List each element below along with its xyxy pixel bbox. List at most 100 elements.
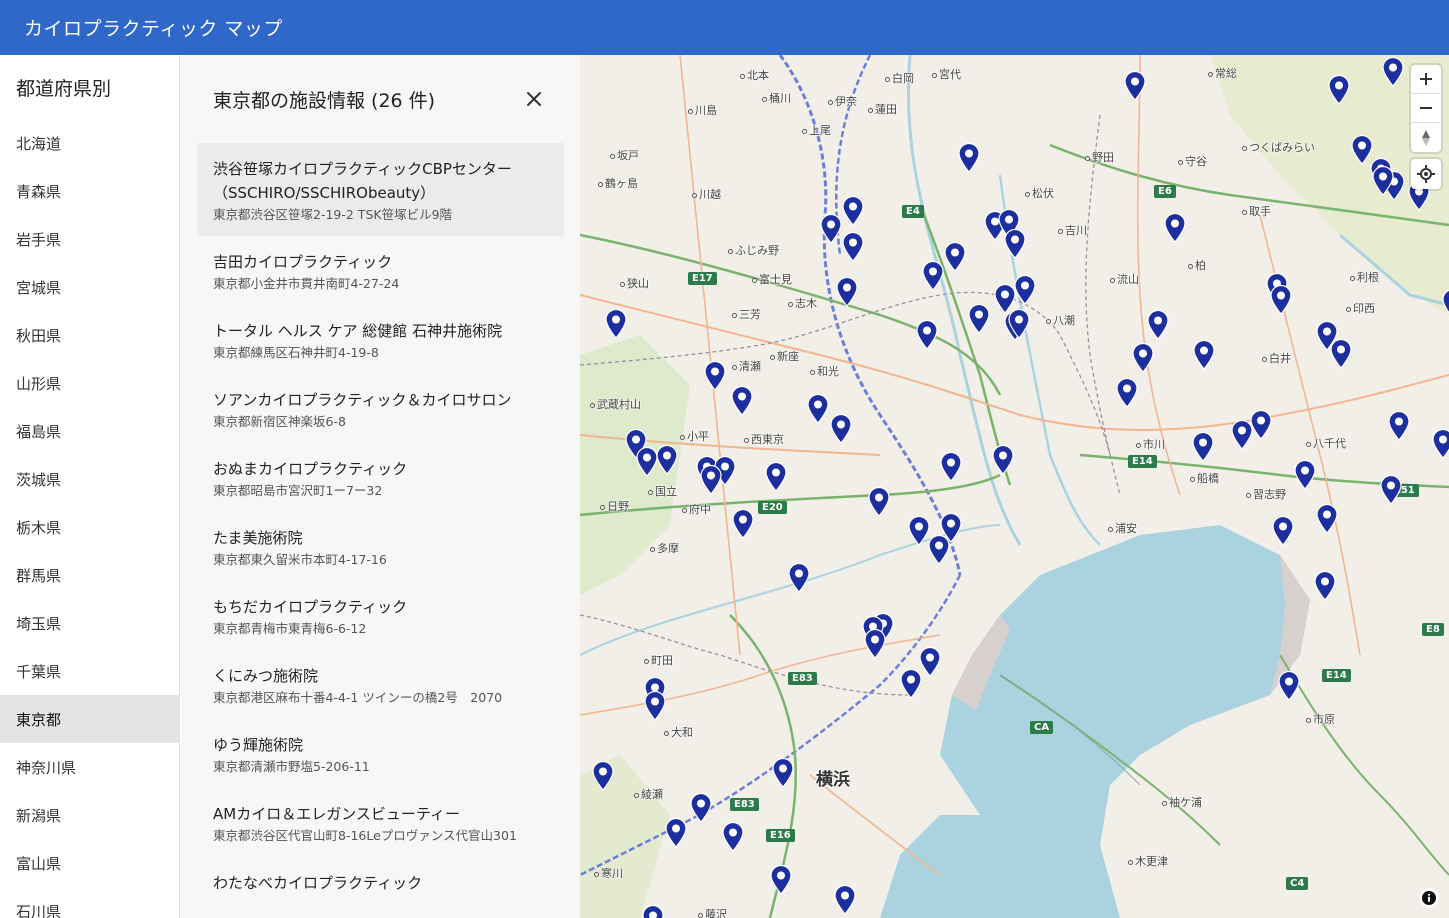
prefecture-item[interactable]: 宮城県 (0, 263, 179, 311)
facility-marker-pin-icon[interactable] (958, 143, 980, 173)
prefecture-item[interactable]: 千葉県 (0, 647, 179, 695)
compass-button[interactable] (1411, 123, 1441, 152)
facility-marker-pin-icon[interactable] (900, 669, 922, 699)
facility-item[interactable]: AMカイロ＆エレガンスビューティー 東京都渋谷区代官山町8-16Leプロヴァンス代… (197, 788, 564, 857)
facility-marker-pin-icon[interactable] (1192, 432, 1214, 462)
facility-marker-pin-icon[interactable] (1432, 429, 1449, 459)
facility-item[interactable]: たま美施術院 東京都東久留米市本町4-17-16 (197, 512, 564, 581)
place-label: 藤沢 (698, 906, 727, 918)
facility-item[interactable]: くにみつ施術院 東京都港区麻布十番4-4-1 ツインーの橋2号 2070 (197, 650, 564, 719)
facility-marker-pin-icon[interactable] (992, 445, 1014, 475)
facility-marker-pin-icon[interactable] (765, 462, 787, 492)
facility-marker-pin-icon[interactable] (788, 563, 810, 593)
facility-marker-pin-icon[interactable] (644, 691, 666, 721)
facility-marker-pin-icon[interactable] (700, 465, 722, 495)
facility-marker-pin-icon[interactable] (1294, 460, 1316, 490)
facility-marker-pin-icon[interactable] (916, 320, 938, 350)
prefecture-item[interactable]: 新潟県 (0, 791, 179, 839)
facility-marker-pin-icon[interactable] (928, 535, 950, 565)
prefecture-item[interactable]: 富山県 (0, 839, 179, 887)
facility-marker-pin-icon[interactable] (642, 905, 664, 918)
zoom-in-button[interactable] (1411, 65, 1441, 94)
facility-item[interactable]: 渋谷笹塚カイロプラクティックCBPセンター （SSCHIRO/SSCHIRObea… (197, 143, 564, 236)
prefecture-item[interactable]: 栃木県 (0, 503, 179, 551)
facility-marker-pin-icon[interactable] (834, 885, 856, 915)
geolocate-button[interactable] (1411, 159, 1441, 189)
facility-marker-pin-icon[interactable] (908, 516, 930, 546)
facility-marker-pin-icon[interactable] (772, 758, 794, 788)
facility-marker-pin-icon[interactable] (940, 452, 962, 482)
facility-marker-pin-icon[interactable] (842, 196, 864, 226)
facility-item[interactable]: トータル ヘルス ケア 総健館 石神井施術院 東京都練馬区石神井町4-19-8 (197, 305, 564, 374)
facility-marker-pin-icon[interactable] (636, 447, 658, 477)
facility-marker-pin-icon[interactable] (1164, 213, 1186, 243)
facility-marker-pin-icon[interactable] (1382, 57, 1404, 87)
facility-marker-pin-icon[interactable] (1278, 671, 1300, 701)
facility-marker-pin-icon[interactable] (1147, 310, 1169, 340)
prefecture-item[interactable]: 岩手県 (0, 215, 179, 263)
facility-marker-pin-icon[interactable] (704, 361, 726, 391)
facility-marker-pin-icon[interactable] (1008, 309, 1030, 339)
facility-marker-pin-icon[interactable] (807, 394, 829, 424)
facility-marker-pin-icon[interactable] (820, 214, 842, 244)
map-view[interactable]: 北本 白岡 宮代 常総 桶川 伊奈 蓮田 川島 上尾 つくばみらい 坂戸 野田 守谷 鶴ヶ島 川越 松伏 取手吉… (580, 55, 1449, 918)
prefecture-item[interactable]: 石川県 (0, 887, 179, 918)
prefecture-item[interactable]: 福島県 (0, 407, 179, 455)
facility-marker-pin-icon[interactable] (592, 761, 614, 791)
facility-marker-pin-icon[interactable] (922, 261, 944, 291)
facility-marker-pin-icon[interactable] (722, 822, 744, 852)
place-name: 寒川 (601, 867, 623, 880)
facility-marker-pin-icon[interactable] (690, 793, 712, 823)
prefecture-item[interactable]: 神奈川県 (0, 743, 179, 791)
facility-marker-pin-icon[interactable] (656, 445, 678, 475)
facility-marker-pin-icon[interactable] (1116, 378, 1138, 408)
prefecture-item[interactable]: 山形県 (0, 359, 179, 407)
prefecture-item[interactable]: 東京都 (0, 695, 179, 743)
facility-marker-pin-icon[interactable] (665, 818, 687, 848)
facility-marker-pin-icon[interactable] (1380, 475, 1402, 505)
facility-marker-pin-icon[interactable] (605, 309, 627, 339)
prefecture-item[interactable]: 青森県 (0, 167, 179, 215)
facility-marker-pin-icon[interactable] (919, 647, 941, 677)
prefecture-item[interactable]: 北海道 (0, 119, 179, 167)
facility-item[interactable]: 吉田カイロプラクティック 東京都小金井市貫井南町4-27-24 (197, 236, 564, 305)
facility-marker-pin-icon[interactable] (1372, 166, 1394, 196)
facility-marker-pin-icon[interactable] (732, 509, 754, 539)
facility-marker-pin-icon[interactable] (731, 386, 753, 416)
facility-marker-pin-icon[interactable] (1328, 75, 1350, 105)
facility-marker-pin-icon[interactable] (968, 304, 990, 334)
facility-marker-pin-icon[interactable] (868, 487, 890, 517)
facility-marker-pin-icon[interactable] (1270, 285, 1292, 315)
facility-marker-pin-icon[interactable] (1330, 339, 1352, 369)
facility-marker-pin-icon[interactable] (1442, 289, 1449, 319)
facility-marker-pin-icon[interactable] (1132, 343, 1154, 373)
facility-item[interactable]: おぬまカイロプラクティック 東京都昭島市宮沢町1ー7ー32 (197, 443, 564, 512)
facility-marker-pin-icon[interactable] (1014, 275, 1036, 305)
facility-marker-pin-icon[interactable] (1316, 504, 1338, 534)
prefecture-item[interactable]: 埼玉県 (0, 599, 179, 647)
facility-marker-pin-icon[interactable] (830, 414, 852, 444)
zoom-out-button[interactable] (1411, 94, 1441, 123)
facility-marker-pin-icon[interactable] (1004, 229, 1026, 259)
facility-marker-pin-icon[interactable] (1250, 410, 1272, 440)
facility-marker-pin-icon[interactable] (944, 242, 966, 272)
attribution-button[interactable] (1419, 888, 1439, 908)
facility-marker-pin-icon[interactable] (836, 277, 858, 307)
prefecture-item[interactable]: 秋田県 (0, 311, 179, 359)
prefecture-item[interactable]: 茨城県 (0, 455, 179, 503)
facility-item[interactable]: わたなべカイロプラクティック (197, 857, 564, 907)
facility-marker-pin-icon[interactable] (1124, 71, 1146, 101)
facility-marker-pin-icon[interactable] (1193, 340, 1215, 370)
close-button[interactable] (520, 85, 548, 113)
place-dot-icon (770, 354, 775, 360)
facility-item[interactable]: ソアンカイロプラクティック＆カイロサロン 東京都新宿区神楽坂6-8 (197, 374, 564, 443)
facility-marker-pin-icon[interactable] (1388, 411, 1410, 441)
prefecture-item[interactable]: 群馬県 (0, 551, 179, 599)
facility-marker-pin-icon[interactable] (770, 865, 792, 895)
facility-marker-pin-icon[interactable] (842, 232, 864, 262)
facility-marker-pin-icon[interactable] (864, 629, 886, 659)
facility-item[interactable]: もちだカイロプラクティック 東京都青梅市東青梅6-6-12 (197, 581, 564, 650)
facility-item[interactable]: ゆう輝施術院 東京都清瀬市野塩5-206-11 (197, 719, 564, 788)
facility-marker-pin-icon[interactable] (1314, 571, 1336, 601)
facility-marker-pin-icon[interactable] (1272, 516, 1294, 546)
